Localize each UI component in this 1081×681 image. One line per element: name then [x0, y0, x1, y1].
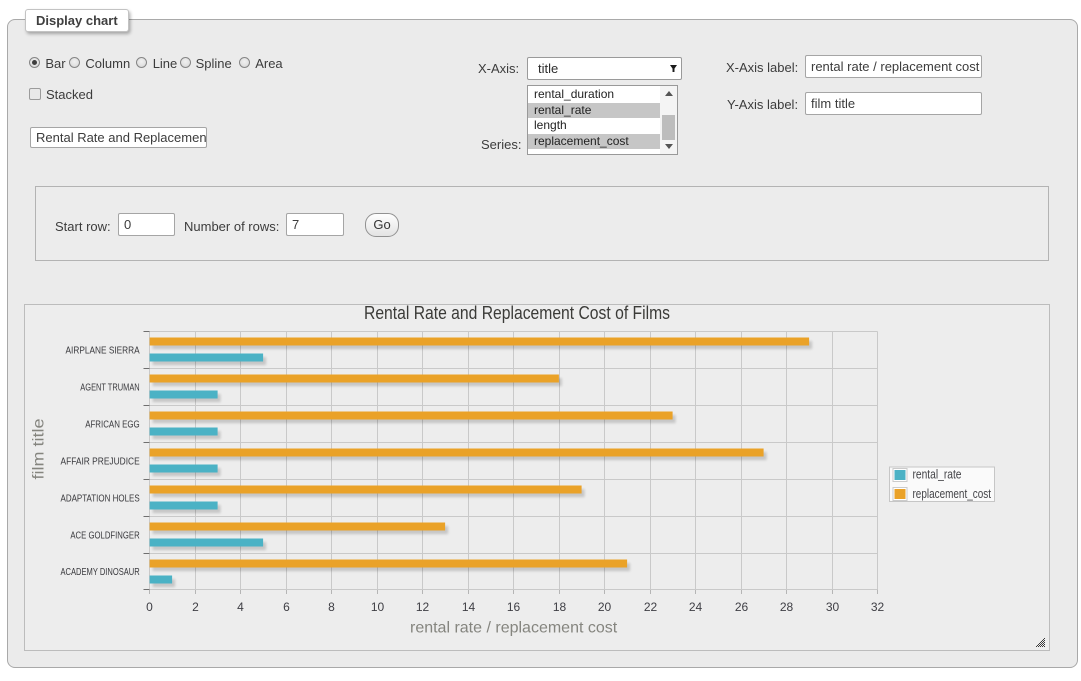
- svg-text:18: 18: [553, 600, 567, 614]
- svg-text:20: 20: [598, 600, 612, 614]
- svg-text:22: 22: [644, 600, 658, 614]
- svg-text:24: 24: [689, 600, 703, 614]
- svg-text:30: 30: [826, 600, 840, 614]
- svg-text:4: 4: [237, 600, 244, 614]
- svg-text:28: 28: [780, 600, 794, 614]
- svg-text:AIRPLANE SIERRA: AIRPLANE SIERRA: [66, 346, 140, 357]
- svg-text:0: 0: [146, 600, 153, 614]
- svg-text:16: 16: [507, 600, 521, 614]
- svg-text:2: 2: [192, 600, 199, 614]
- svg-text:film title: film title: [31, 418, 48, 479]
- svg-text:32: 32: [871, 600, 885, 614]
- svg-text:10: 10: [371, 600, 385, 614]
- svg-text:8: 8: [328, 600, 335, 614]
- svg-text:replacement_cost: replacement_cost: [913, 487, 992, 501]
- svg-text:26: 26: [735, 600, 749, 614]
- svg-text:AFFAIR PREJUDICE: AFFAIR PREJUDICE: [61, 457, 140, 468]
- svg-text:12: 12: [416, 600, 430, 614]
- svg-text:rental_rate: rental_rate: [913, 468, 962, 482]
- svg-text:6: 6: [283, 600, 290, 614]
- svg-text:14: 14: [462, 600, 476, 614]
- svg-text:AGENT TRUMAN: AGENT TRUMAN: [80, 383, 139, 394]
- svg-text:Rental Rate and Replacement Co: Rental Rate and Replacement Cost of Film…: [364, 305, 670, 323]
- svg-text:AFRICAN EGG: AFRICAN EGG: [85, 420, 140, 431]
- svg-text:rental rate / replacement cost: rental rate / replacement cost: [410, 620, 618, 637]
- svg-text:ACE GOLDFINGER: ACE GOLDFINGER: [70, 531, 139, 542]
- svg-text:ADAPTATION HOLES: ADAPTATION HOLES: [61, 494, 140, 505]
- svg-text:ACADEMY DINOSAUR: ACADEMY DINOSAUR: [61, 567, 140, 578]
